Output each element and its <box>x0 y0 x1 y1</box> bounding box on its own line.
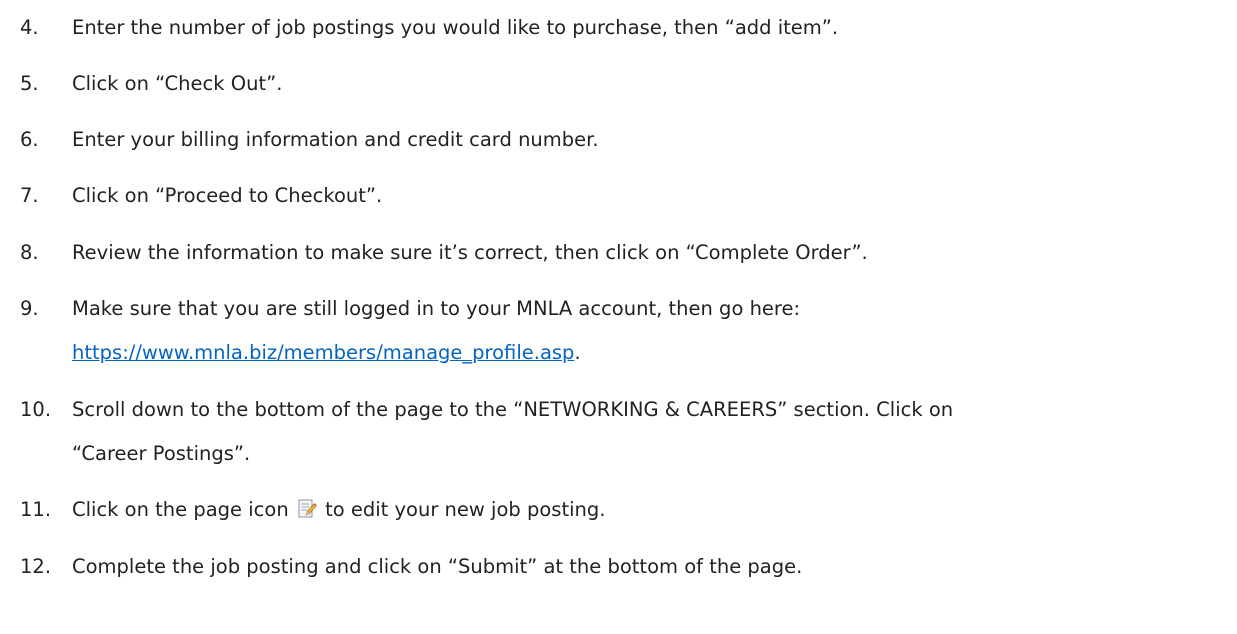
step-number: 7. <box>20 184 39 207</box>
step-text-after-icon: to edit your new job posting. <box>325 498 606 521</box>
step-text: Review the information to make sure it’s… <box>72 241 868 264</box>
link-trailing-period: . <box>574 341 581 364</box>
step-number: 5. <box>20 72 39 95</box>
step-number: 10. <box>20 398 52 421</box>
step-10-continuation: “Career Postings”. <box>72 442 251 465</box>
step-number: 8. <box>20 241 39 264</box>
step-number: 11. <box>20 498 52 521</box>
step-number: 9. <box>20 297 39 320</box>
step-text: Enter the number of job postings you wou… <box>72 16 839 39</box>
step-number: 6. <box>20 128 39 151</box>
step-text: Click on “Proceed to Checkout”. <box>72 184 383 207</box>
step-text: Make sure that you are still logged in t… <box>72 297 801 320</box>
document-page: 4. Enter the number of job postings you … <box>0 0 1237 634</box>
edit-page-icon <box>297 499 317 519</box>
manage-profile-link[interactable]: https://www.mnla.biz/members/manage_prof… <box>72 341 574 364</box>
step-text: Scroll down to the bottom of the page to… <box>72 398 954 421</box>
step-text-before-icon: Click on the page icon <box>72 498 289 521</box>
step-text: Click on the page icon to edit your new … <box>72 497 605 523</box>
step-number: 4. <box>20 16 39 39</box>
step-text: Enter your billing information and credi… <box>72 128 599 151</box>
step-text: Complete the job posting and click on “S… <box>72 555 803 578</box>
step-text: Click on “Check Out”. <box>72 72 283 95</box>
step-9-continuation: https://www.mnla.biz/members/manage_prof… <box>72 340 581 366</box>
step-number: 12. <box>20 555 52 578</box>
